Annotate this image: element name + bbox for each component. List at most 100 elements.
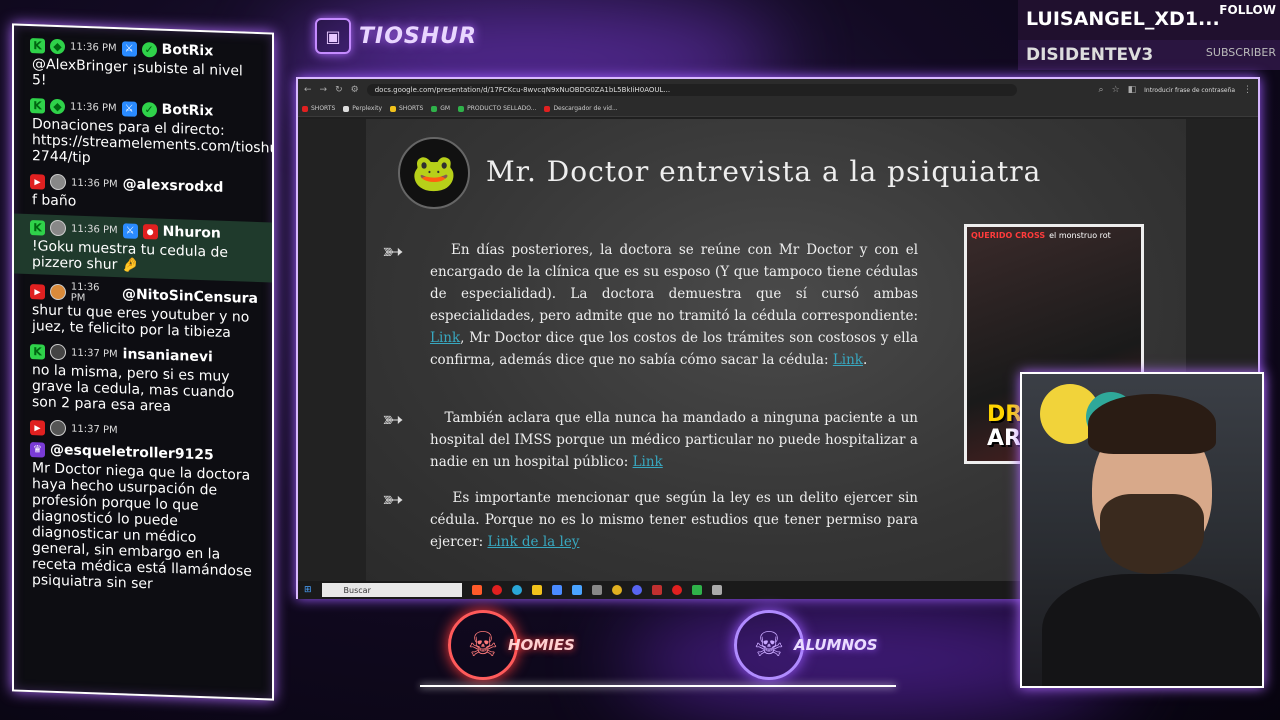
follow-alert: LUISANGEL_XD1... FOLLOW — [1018, 0, 1280, 40]
bookmark-item[interactable]: SHORTS — [390, 105, 423, 112]
slide-link[interactable]: Link — [833, 352, 863, 368]
chat-message: K 11:37 PM insanianevi no la misma, pero… — [30, 340, 258, 418]
subscriber-alert: DISIDENTEV3 SUBSCRIBER — [1018, 40, 1280, 70]
channel-logo-text: TIOSHUR — [359, 23, 477, 49]
extensions-icon[interactable]: ◧ — [1128, 85, 1137, 95]
bookmark-item[interactable]: SHORTS — [302, 105, 335, 112]
chat-user: insanianevi — [122, 346, 213, 366]
kick-icon: K — [30, 343, 45, 360]
avatar — [50, 173, 66, 191]
chat-panel: K ◆ 11:36 PM ⚔ ✓ BotRix @AlexBringer ¡su… — [12, 23, 274, 701]
follow-type: FOLLOW — [1219, 3, 1276, 17]
taskbar-search[interactable]: Buscar — [321, 583, 462, 597]
sub-badge-icon: ◆ — [50, 98, 65, 114]
arrow-icon: ➳ — [382, 485, 404, 515]
bookmark-item[interactable]: GM — [431, 105, 450, 112]
chat-time: 11:36 PM — [70, 100, 117, 114]
chat-message: K ◆ 11:36 PM ⚔ ✓ BotRix Donaciones para … — [30, 94, 274, 172]
brave-icon[interactable] — [471, 585, 482, 595]
chat-text: !Goku muestra tu cedula de pizzero shur … — [32, 238, 229, 274]
site-info-icon[interactable]: ⚙ — [351, 85, 359, 95]
bookmark-item[interactable]: PRODUCTO SELLADO... — [458, 105, 536, 112]
slide-paragraph: Es importante mencionar que según la ley… — [430, 490, 919, 550]
zoom-icon[interactable]: ⌕ — [1099, 85, 1104, 95]
youtube-icon: ▶ — [30, 173, 45, 190]
bot-icon: ✓ — [141, 41, 157, 57]
chat-user: @NitoSinCensura — [121, 286, 258, 308]
webcam-feed — [1020, 372, 1264, 688]
avatar — [50, 219, 66, 237]
thumb-label: QUERIDO CROSS — [971, 231, 1046, 240]
app-icon[interactable] — [591, 585, 602, 595]
alumnos-logo: ☠ ALUMNOS — [734, 610, 878, 680]
chat-user: BotRix — [161, 41, 214, 60]
chat-message: K ◆ 11:36 PM ⚔ ✓ BotRix @AlexBringer ¡su… — [30, 34, 258, 96]
slide-link[interactable]: Link de la ley — [487, 534, 579, 550]
chat-user: @esqueletroller9125 — [50, 441, 214, 464]
subscriber-type: SUBSCRIBER — [1205, 46, 1276, 59]
avatar — [50, 419, 66, 437]
arrow-icon: ➳ — [382, 405, 404, 435]
chat-user: Nhuron — [162, 223, 221, 242]
edge-icon[interactable] — [511, 585, 522, 595]
youtube-icon: ▶ — [30, 419, 45, 436]
app-icon[interactable] — [651, 585, 662, 595]
streamer-body — [1042, 574, 1262, 686]
reload-icon[interactable]: ↻ — [335, 85, 343, 95]
streamer-beard — [1100, 494, 1204, 574]
mod-icon: ⚔ — [121, 100, 137, 117]
sub-badge-icon: ◆ — [50, 38, 65, 54]
chat-message: ▶ 11:37 PM ♛ @esqueletroller9125 Mr Doct… — [30, 416, 258, 596]
back-icon[interactable]: ← — [304, 85, 312, 95]
pepe-icon: 🐸 — [398, 137, 470, 209]
mod-icon: ⚔ — [122, 222, 138, 239]
kick-icon: K — [30, 219, 45, 236]
chrome-icon[interactable] — [611, 585, 622, 595]
app-icon[interactable] — [691, 585, 702, 595]
slide-link[interactable]: Link — [430, 330, 460, 346]
bookmarks-bar: SHORTS Perplexity SHORTS GM PRODUCTO SEL… — [298, 101, 1258, 117]
opera-icon[interactable] — [491, 585, 502, 595]
menu-icon[interactable]: ⋮ — [1243, 85, 1252, 95]
crown-icon: ♛ — [30, 441, 45, 458]
slide-paragraph: En días posteriores, la doctora se reúne… — [430, 242, 919, 368]
discord-icon[interactable] — [631, 585, 642, 595]
twitch-icon: ▣ — [315, 18, 351, 54]
kick-icon: K — [30, 37, 45, 54]
chat-time: 11:36 PM — [71, 176, 118, 190]
chat-message: ▶ 11:36 PM @alexsrodxd f baño — [30, 170, 258, 216]
kick-icon: K — [30, 97, 45, 114]
avatar — [49, 283, 66, 301]
thumb-label: el monstruo rot — [1049, 231, 1111, 240]
chat-message: ▶ 11:36 PM @NitoSinCensura shur tu que e… — [30, 280, 258, 342]
store-icon[interactable] — [551, 585, 562, 595]
slide-paragraph: También aclara que ella nunca ha mandado… — [430, 410, 919, 470]
youtube-icon: ▶ — [30, 283, 45, 300]
chat-text: no la misma, pero si es muy grave la ced… — [32, 362, 235, 415]
bookmark-item[interactable]: Perplexity — [343, 105, 382, 112]
app-icon[interactable] — [571, 585, 582, 595]
pokeball-icon[interactable] — [671, 585, 682, 595]
sub-badge-icon: ● — [142, 223, 158, 240]
chat-time: 11:37 PM — [71, 346, 118, 360]
bookmark-item[interactable]: Descargador de vid... — [544, 105, 618, 112]
folder-icon[interactable] — [531, 585, 542, 595]
bot-icon: ✓ — [141, 101, 157, 117]
channel-logo: ▣ TIOSHUR — [315, 18, 477, 54]
url-field[interactable]: docs.google.com/presentation/d/17FCKcu-8… — [366, 84, 1017, 96]
chat-time: 11:36 PM — [71, 222, 118, 236]
password-extension[interactable]: Introducir frase de contraseña — [1144, 87, 1235, 94]
alumnos-label: ALUMNOS — [794, 636, 878, 654]
app-icon[interactable] — [711, 585, 722, 595]
homies-label: HOMIES — [508, 636, 575, 654]
streamer-hair — [1088, 394, 1216, 454]
chat-time: 11:36 PM — [70, 40, 117, 54]
chat-text: shur tu que eres youtuber y no juez, te … — [32, 302, 250, 342]
forward-icon[interactable]: → — [320, 85, 328, 95]
chat-text: Mr Doctor niega que la doctora haya hech… — [32, 460, 252, 593]
windows-start-icon[interactable]: ⊞ — [304, 585, 312, 595]
bookmark-star-icon[interactable]: ☆ — [1112, 85, 1120, 95]
slide-link[interactable]: Link — [633, 454, 663, 470]
follow-name: LUISANGEL_XD1... — [1026, 8, 1220, 30]
arrow-icon: ➳ — [382, 237, 404, 267]
